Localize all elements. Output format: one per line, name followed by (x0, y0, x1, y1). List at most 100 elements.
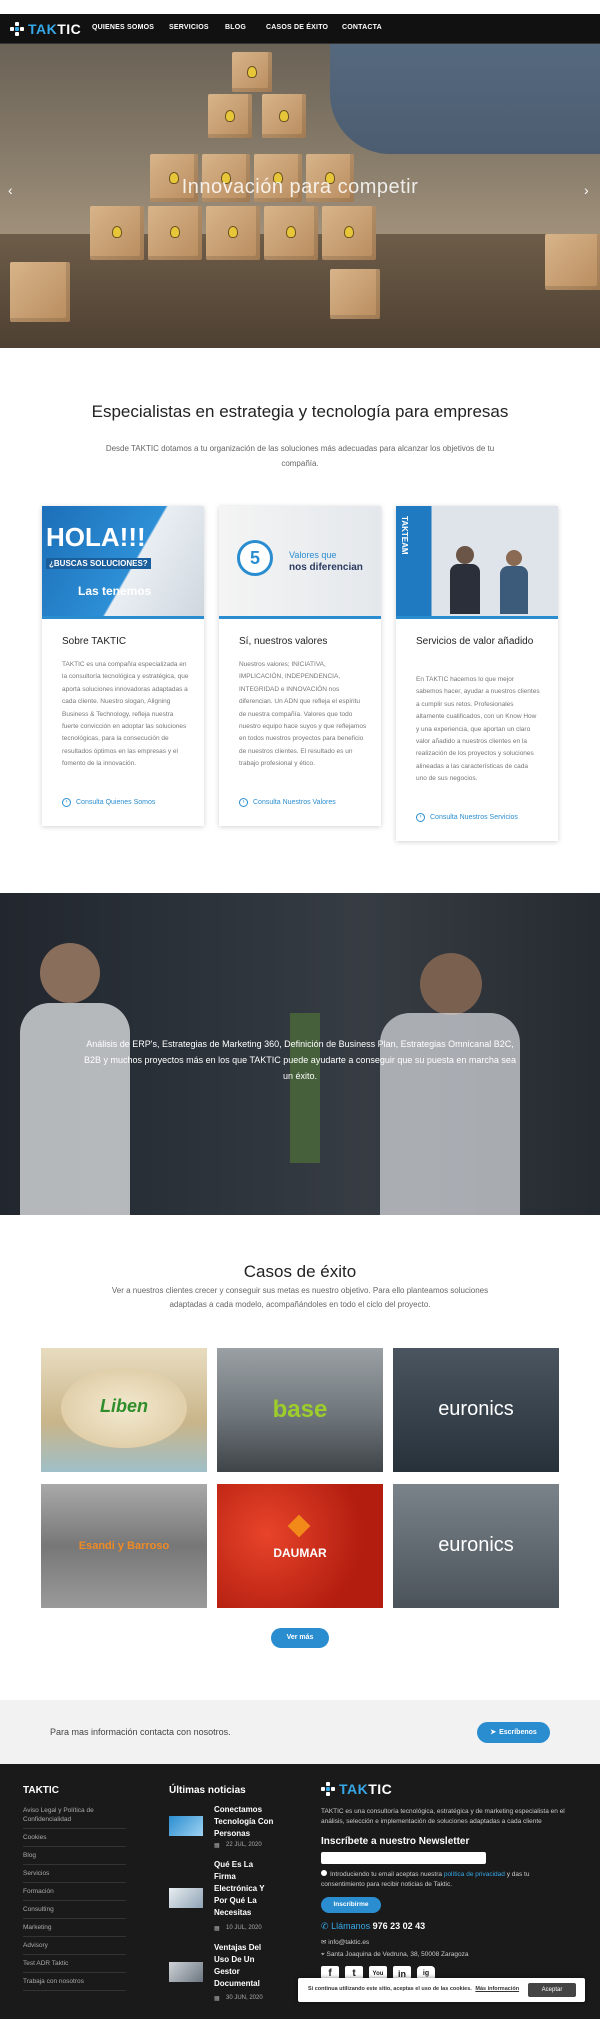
subscribe-button[interactable]: Inscribirme (321, 1897, 381, 1913)
case-tile-label: euronics (438, 1398, 514, 1420)
card-sobre-taktic: HOLA!!! ¿BUSCAS SOLUCIONES? Las tenemos … (42, 506, 204, 826)
casos-title: Casos de éxito (243, 1262, 357, 1281)
card-image-team-label: TAKTEAM (400, 516, 409, 555)
case-tile-euronics-2[interactable]: euronics (393, 1484, 559, 1608)
footer-logo: TAK TIC (321, 1781, 392, 1797)
footer-col1-title: TAKTIC (23, 1785, 59, 1796)
card-link-quienes-somos[interactable]: › Consulta Quienes Somos (62, 798, 155, 807)
footer-link-formacion[interactable]: Formación (23, 1883, 126, 1901)
card-title: Sobre TAKTIC (62, 636, 127, 647)
case-tile-euronics-1[interactable]: euronics (393, 1348, 559, 1472)
case-tile-esandi[interactable]: Esandi y Barroso (41, 1484, 207, 1608)
case-tile-daumar[interactable]: DAUMAR (217, 1484, 383, 1608)
footer-col2-title: Últimas noticias (169, 1785, 246, 1796)
footer-link-servicios[interactable]: Servicios (23, 1865, 126, 1883)
case-tile-label: euronics (438, 1534, 514, 1556)
top-strip (0, 0, 600, 14)
consent-text-a: Introduciendo tu email aceptas nuestra (330, 1871, 444, 1878)
cookie-message: Si continua utilizando este sitio, acept… (308, 1986, 472, 1992)
card-image-valores-number: 5 (237, 540, 273, 576)
news-title-2[interactable]: Qué Es La Firma Electrónica Y Por Qué La… (214, 1859, 276, 1919)
logo-text-tak: TAK (28, 21, 58, 37)
footer-link-consulting[interactable]: Consulting (23, 1901, 126, 1919)
ver-mas-button[interactable]: Ver más (271, 1628, 329, 1648)
news-date-2: 10 JUL, 2020 (226, 1925, 262, 1931)
news-title-3[interactable]: Ventajas Del Uso De Un Gestor Documental (214, 1942, 276, 1990)
card-image-valores: 5 Valores que nos diferencian (219, 506, 381, 619)
footer-link-blog[interactable]: Blog (23, 1847, 126, 1865)
cookie-more-info-link[interactable]: Más información (475, 1986, 519, 1992)
card-text: Nuestros valores; INICIATIVA, IMPLICACIÓ… (239, 661, 367, 768)
calendar-icon: ▦ (214, 1996, 220, 2002)
newsletter-email-input[interactable] (321, 1852, 486, 1864)
escribenos-label: Escríbenos (499, 1729, 537, 1736)
footer-link-advisory[interactable]: Advisory (23, 1937, 126, 1955)
nav-quienes-somos[interactable]: QUIENES SOMOS (92, 24, 154, 31)
card-image-hola: HOLA!!! ¿BUSCAS SOLUCIONES? Las tenemos (42, 506, 204, 619)
footer-about: TAKTIC es una consultoría tecnológica, e… (321, 1808, 565, 1825)
intro-title: Especialistas en estrategia y tecnología… (91, 402, 509, 421)
footer-link-test-adr[interactable]: Test ADR Taktic (23, 1955, 126, 1973)
casos-text: Ver a nuestros clientes crecer y consegu… (111, 1286, 489, 1309)
arrow-circle-icon: › (62, 798, 71, 807)
news-date-3: 30 JUN, 2020 (226, 1995, 263, 2001)
card-image-hola-text: HOLA!!! (46, 522, 146, 552)
footer-link-trabaja[interactable]: Trabaja con nosotros (23, 1973, 126, 1991)
card-image-valores-line2: nos diferencian (289, 562, 363, 573)
consent-checkbox[interactable] (321, 1870, 327, 1876)
address-row: ⌖ Santa Joaquina de Vedruna, 38, 50008 Z… (321, 1950, 469, 1960)
envelope-icon: ✉ (321, 1939, 327, 1946)
card-valores: 5 Valores que nos diferencian Sí, nuestr… (219, 506, 381, 826)
intro-text: Desde TAKTIC dotamos a tu organización d… (105, 444, 495, 468)
arrow-circle-icon: › (239, 798, 248, 807)
banner-text: Análisis de ERP's, Estrategias de Market… (84, 1039, 516, 1081)
hero-prev-arrow-icon[interactable]: ‹ (8, 182, 13, 198)
hero-next-arrow-icon[interactable]: › (584, 182, 589, 198)
nav-servicios[interactable]: SERVICIOS (169, 24, 209, 31)
cookie-accept-button[interactable]: Aceptar (528, 1983, 576, 1997)
phone-number: 976 23 02 43 (372, 1921, 426, 1931)
card-link-label: Consulta Nuestros Servicios (430, 814, 518, 821)
news-thumb-1[interactable] (169, 1816, 203, 1836)
email-address: info@taktic.es (328, 1939, 370, 1946)
card-text: TAKTIC es una compañía especializada en … (62, 661, 189, 768)
logo-text-tic: TIC (57, 21, 82, 37)
card-image-hola-sub: ¿BUSCAS SOLUCIONES? (46, 558, 151, 569)
card-text: En TAKTIC hacemos lo que mejor sabemos h… (416, 676, 540, 783)
footer-link-marketing[interactable]: Marketing (23, 1919, 126, 1937)
footer-link-aviso-legal[interactable]: Aviso Legal y Política de Confidencialid… (23, 1802, 126, 1829)
nav-casos-de-exito[interactable]: CASOS DE ÉXITO (266, 24, 328, 31)
escribenos-button[interactable]: ➤ Escríbenos (477, 1722, 550, 1743)
footer-logo-tic: TIC (368, 1781, 393, 1797)
case-tile-label: base (272, 1396, 328, 1423)
phone-icon: ✆ (321, 1921, 329, 1931)
calendar-icon: ▦ (214, 1926, 220, 1932)
nav-contacta[interactable]: CONTACTA (342, 24, 382, 31)
case-tile-base[interactable]: base (217, 1348, 383, 1472)
case-tile-label: Esandi y Barroso (78, 1540, 170, 1552)
case-tile-liben[interactable]: Liben (41, 1348, 207, 1472)
card-link-servicios[interactable]: › Consulta Nuestros Servicios (416, 813, 518, 822)
card-link-valores[interactable]: › Consulta Nuestros Valores (239, 798, 336, 807)
footer-links: Aviso Legal y Política de Confidencialid… (23, 1802, 126, 1991)
arrow-circle-icon: › (416, 813, 425, 822)
taktic-logo[interactable]: TAK TIC (10, 21, 81, 37)
card-title: Sí, nuestros valores (239, 636, 328, 647)
privacy-policy-link[interactable]: política de privacidad (444, 1871, 505, 1878)
news-date-1: 22 JUL, 2020 (226, 1842, 262, 1848)
news-thumb-3[interactable] (169, 1962, 203, 1982)
card-image-hola-small: Las tenemos (78, 584, 152, 598)
case-tile-label: Liben (100, 1396, 148, 1416)
send-icon: ➤ (490, 1729, 497, 1736)
footer-logo-tak: TAK (339, 1781, 369, 1797)
card-servicios: TAKTEAM Servicios de valor añadido En TA… (396, 506, 558, 841)
email-row[interactable]: ✉ info@taktic.es (321, 1938, 369, 1948)
card-link-label: Consulta Quienes Somos (76, 799, 156, 806)
news-thumb-2[interactable] (169, 1888, 203, 1908)
case-tile-label: DAUMAR (273, 1546, 327, 1560)
card-link-label: Consulta Nuestros Valores (253, 799, 336, 806)
phone-row[interactable]: ✆ Llámanos 976 23 02 43 (321, 1921, 425, 1932)
nav-blog[interactable]: BLOG (225, 24, 246, 31)
news-title-1[interactable]: Conectamos Tecnología Con Personas (214, 1804, 276, 1840)
footer-link-cookies[interactable]: Cookies (23, 1829, 126, 1847)
